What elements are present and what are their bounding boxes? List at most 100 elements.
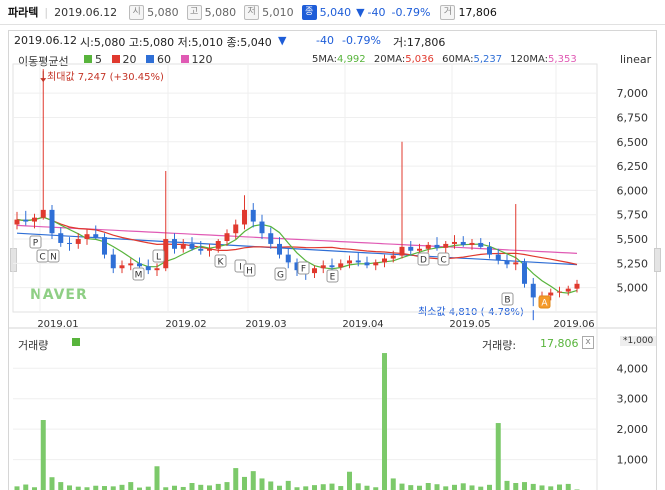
candle-body [154, 268, 160, 271]
candle-body [207, 248, 212, 251]
event-marker-label: L [156, 253, 161, 263]
event-marker-label: H [246, 267, 253, 277]
volume-bar [425, 483, 431, 490]
volume-bar [145, 486, 151, 490]
volume-bar [102, 486, 107, 490]
volume-bar [233, 468, 239, 490]
volume-tick-label: 1,000 [617, 454, 649, 467]
volume-bar [215, 483, 221, 490]
volume-bar [513, 483, 519, 490]
price-tick-label: 6,000 [617, 184, 649, 197]
volume-bar [67, 485, 72, 490]
candle-body [399, 246, 405, 256]
candle-body [417, 248, 422, 251]
candle-body [469, 242, 475, 245]
candle-body [128, 263, 134, 266]
volume-bar [250, 471, 256, 490]
volume-bar [329, 483, 335, 490]
candle-body [67, 242, 72, 244]
candle-body [355, 260, 361, 263]
volume-bar [285, 480, 291, 490]
date-tick-label: 2019.06 [553, 319, 594, 330]
candle-body [285, 254, 291, 263]
volume-bar [399, 483, 405, 490]
event-marker-label: A [541, 299, 548, 309]
volume-bar [460, 483, 466, 490]
volume-bar [58, 482, 64, 490]
volume-bar [539, 485, 545, 490]
volume-bar [224, 482, 230, 490]
candle-body [198, 248, 204, 251]
ma5-line [16, 216, 578, 294]
volume-bar [382, 353, 387, 490]
volume-bar [14, 486, 20, 490]
candle-body [522, 262, 527, 284]
price-tick-label: 5,000 [617, 282, 649, 295]
volume-bar [277, 485, 282, 490]
volume-bar [128, 482, 134, 490]
volume-bar [478, 486, 484, 490]
volume-bar [495, 423, 501, 490]
volume-bar [75, 486, 81, 490]
volume-bar [303, 486, 309, 490]
candle-body [373, 262, 379, 266]
candle-body [84, 234, 90, 240]
candle-body [145, 266, 151, 271]
candle-body [102, 237, 107, 255]
volume-bar [408, 485, 414, 490]
candle-body [277, 243, 282, 255]
candle-body [443, 243, 449, 248]
candle-body [434, 244, 440, 248]
date-tick-label: 2019.03 [245, 319, 286, 330]
candle-body [390, 255, 396, 259]
price-tick-label: 6,750 [617, 111, 649, 124]
volume-bar [417, 485, 422, 490]
candle-body [14, 219, 20, 225]
volume-bar [268, 481, 274, 490]
event-marker-label: G [277, 271, 284, 281]
volume-bar [504, 480, 510, 490]
volume-bar [443, 486, 449, 490]
price-chart: 5,000 5,250 5,500 5,750 6,000 6,250 6,500 6,750… [8, 63, 657, 490]
candle-body [425, 244, 431, 249]
candle-body [189, 243, 195, 249]
event-marker-label: F [301, 265, 306, 275]
candle-body [408, 246, 414, 251]
candle-body [565, 288, 571, 292]
volume-bar [338, 486, 344, 490]
candle-body [23, 219, 29, 222]
volume-bar [355, 483, 361, 490]
date-tick-label: 2019.04 [342, 319, 383, 330]
volume-tick-label: 4,000 [617, 362, 649, 375]
event-marker-label: C [39, 253, 45, 263]
candle-body [460, 241, 466, 245]
candle-body [119, 265, 125, 269]
candle-body [364, 262, 370, 266]
candle-body [495, 254, 501, 261]
date-tick-label: 2019.02 [165, 319, 206, 330]
candle-body [347, 260, 352, 264]
volume-bar [487, 484, 492, 490]
price-tick-label: 5,750 [617, 209, 649, 222]
event-marker-label: C [440, 256, 446, 266]
candle-body [268, 233, 274, 244]
price-tick-label: 7,000 [617, 87, 649, 100]
volume-bar [49, 477, 55, 490]
event-marker-label: E [330, 273, 336, 283]
candle-body [259, 221, 265, 234]
volume-bar [522, 482, 527, 490]
price-plot-border [12, 63, 598, 313]
price-tick-label: 6,500 [617, 136, 649, 149]
candle-body [452, 241, 457, 244]
price-tick-label: 6,250 [617, 160, 649, 173]
candle-body [40, 209, 46, 218]
volume-bar [452, 484, 457, 490]
volume-bar [40, 420, 46, 490]
candle-body [478, 242, 484, 247]
event-marker-label: I [239, 263, 242, 273]
candle-body [242, 209, 247, 225]
price-tick-label: 5,500 [617, 233, 649, 246]
candle-body [382, 258, 387, 263]
candle-body [513, 262, 519, 265]
event-marker-label: B [504, 296, 510, 306]
